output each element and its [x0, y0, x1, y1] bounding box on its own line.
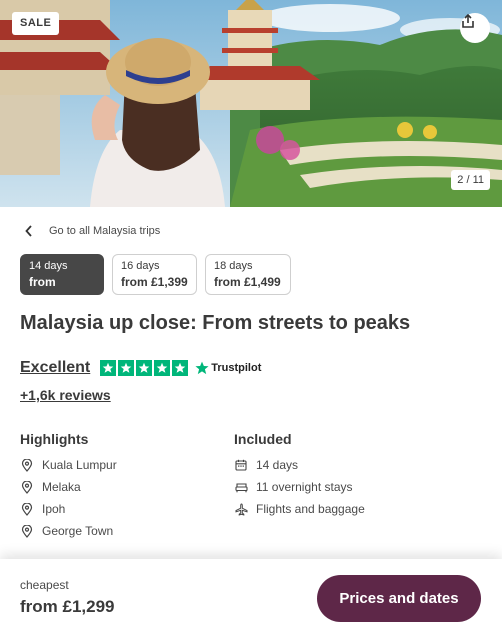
duration-price: from £1,499 [214, 275, 281, 289]
hero-photo [0, 0, 502, 207]
highlight-label: George Town [42, 524, 114, 538]
star-icon [136, 360, 153, 376]
highlight-label: Melaka [42, 480, 81, 494]
list-item: 14 days [234, 454, 365, 476]
cheapest-price: from £1,299 [20, 597, 115, 616]
trustpilot-logo: Trustpilot [195, 361, 261, 375]
list-item: George Town [20, 520, 117, 542]
calendar-icon [234, 458, 248, 472]
plane-icon [234, 502, 248, 516]
included-list: 14 days 11 overnight stays Flights and b… [234, 454, 365, 520]
duration-days: 16 days [121, 260, 160, 272]
star-icon [172, 360, 189, 376]
list-item: Ipoh [20, 498, 117, 520]
share-icon [462, 13, 474, 28]
trustpilot-label: Trustpilot [211, 362, 262, 374]
highlight-label: Kuala Lumpur [42, 458, 117, 472]
sale-badge: SALE [12, 12, 60, 35]
location-pin-icon [20, 480, 34, 494]
trip-title: Malaysia up close: From streets to peaks [20, 312, 411, 334]
list-item: 11 overnight stays [234, 476, 365, 498]
list-item: Melaka [20, 476, 117, 498]
trustpilot-star-icon [195, 361, 209, 375]
reviews-link[interactable]: +1,6k reviews [20, 387, 111, 403]
star-icon [118, 360, 135, 376]
duration-days: 14 days [29, 260, 68, 272]
rating-row: Excellent Trustpilot [20, 359, 261, 377]
highlights-list: Kuala Lumpur Melaka Ipoh George Town [20, 454, 117, 542]
location-pin-icon [20, 458, 34, 472]
highlight-label: Ipoh [42, 502, 66, 516]
duration-selector: 14 days from £1,299 16 days from £1,399 … [20, 254, 291, 307]
highlights-heading: Highlights [20, 431, 89, 447]
location-pin-icon [20, 524, 34, 538]
hero-image[interactable]: SALE 2 / 11 [0, 0, 502, 207]
included-label: Flights and baggage [256, 502, 365, 516]
list-item: Flights and baggage [234, 498, 365, 520]
rating-label[interactable]: Excellent [20, 359, 90, 377]
duration-option-18[interactable]: 18 days from £1,499 [205, 254, 291, 295]
image-counter: 2 / 11 [451, 170, 490, 190]
included-label: 14 days [256, 458, 299, 472]
booking-bar: cheapest from £1,299 Prices and dates [0, 559, 502, 628]
duration-days: 18 days [214, 260, 253, 272]
included-label: 11 overnight stays [256, 480, 353, 494]
duration-price: from £1,299 [29, 275, 66, 307]
share-button[interactable] [460, 13, 490, 43]
star-icon [100, 360, 117, 376]
back-to-trips-link[interactable]: Go to all Malaysia trips [25, 223, 160, 239]
cheapest-label: cheapest [20, 578, 69, 592]
back-link-label: Go to all Malaysia trips [49, 225, 161, 237]
chevron-left-icon [25, 223, 36, 239]
list-item: Kuala Lumpur [20, 454, 117, 476]
location-pin-icon [20, 502, 34, 516]
duration-option-16[interactable]: 16 days from £1,399 [112, 254, 197, 295]
rating-stars [100, 360, 189, 376]
prices-and-dates-button[interactable]: Prices and dates [317, 575, 481, 622]
included-heading: Included [234, 431, 292, 447]
duration-option-14[interactable]: 14 days from £1,299 [20, 254, 104, 307]
bed-icon [234, 480, 248, 494]
duration-price: from £1,399 [121, 275, 188, 289]
star-icon [154, 360, 171, 376]
